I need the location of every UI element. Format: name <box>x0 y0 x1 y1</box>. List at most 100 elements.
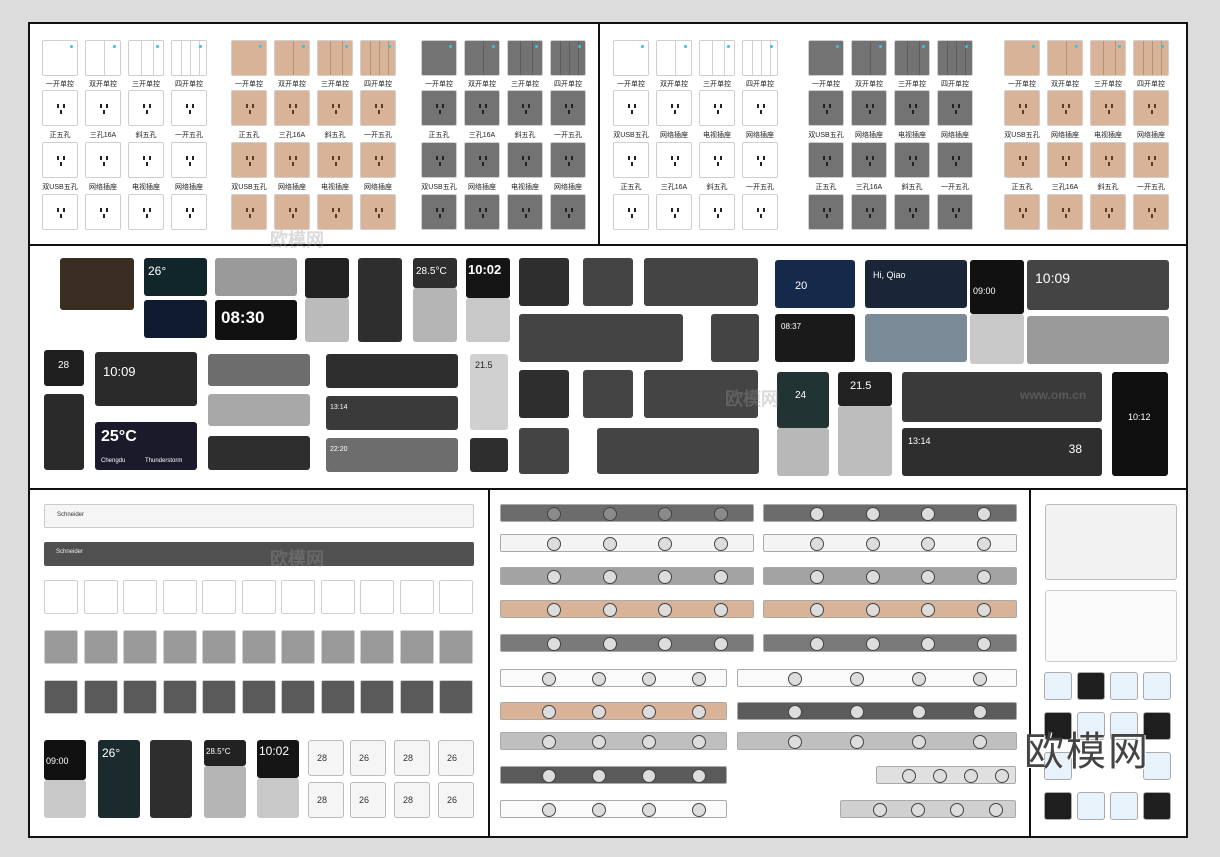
panel-tile <box>317 90 353 126</box>
distribution-box <box>1045 504 1177 580</box>
socket-icon <box>755 208 767 218</box>
panel-tile <box>42 90 78 126</box>
screen-flower: 26° <box>144 258 207 296</box>
track-socket-adapter <box>641 735 656 749</box>
screen-0837: 08:37 <box>775 314 855 362</box>
panel-tile <box>421 40 457 76</box>
panel-label: 网络插座 <box>1137 132 1165 139</box>
thermostat-value: 26 <box>447 795 458 805</box>
screen-285-base <box>413 288 457 342</box>
panel-tile <box>851 142 887 178</box>
panel-tile <box>1133 90 1169 126</box>
track-socket-adapter <box>865 637 880 651</box>
panel-tile <box>1047 40 1083 76</box>
track-socket-adapter <box>809 537 824 551</box>
screen-24-round: 24 <box>777 372 829 428</box>
socket-icon <box>520 156 532 166</box>
thermostat: 28 <box>308 782 344 818</box>
panel-tile <box>894 90 930 126</box>
panel-label: 电视插座 <box>132 184 160 191</box>
panel-label: 一开五孔 <box>1137 184 1165 191</box>
bottom-panel-tile <box>241 580 276 614</box>
track-socket-adapter <box>911 672 926 686</box>
track-socket-adapter <box>977 507 992 521</box>
clock-1314-small: 13:14 <box>330 404 348 411</box>
socket-icon <box>55 104 67 114</box>
panel-tile <box>85 194 121 230</box>
mini-control <box>1143 792 1171 820</box>
track-socket-adapter <box>788 672 803 686</box>
track-socket-adapter <box>865 537 880 551</box>
panel-label: 一开五孔 <box>746 184 774 191</box>
mini-control <box>1077 672 1105 700</box>
bottom-panel-tile <box>281 630 315 664</box>
bottom-screen-0900: 09:00 <box>44 740 86 780</box>
panel-label: 网络插座 <box>1051 132 1079 139</box>
socket-icon <box>669 156 681 166</box>
screen-cloudy: 20 <box>775 260 855 308</box>
panel-label: 三开单控 <box>1094 81 1122 88</box>
track-rail <box>737 669 1017 687</box>
socket-icon <box>55 156 67 166</box>
track-dark: Schneider <box>44 542 474 566</box>
track-socket-adapter <box>872 803 887 817</box>
track-socket-adapter <box>865 507 880 521</box>
panel-label: 电视插座 <box>898 132 926 139</box>
socket-icon <box>1103 156 1115 166</box>
strip-screen-2 <box>208 394 310 426</box>
url-watermark: www.om.cn <box>1020 388 1087 402</box>
track-rail <box>500 702 727 720</box>
track-socket-adapter <box>602 570 617 584</box>
track-socket-adapter <box>865 570 880 584</box>
panel-label: 三开单控 <box>511 81 539 88</box>
socket-icon <box>626 208 638 218</box>
panel-tile <box>128 142 164 178</box>
panel-tile <box>699 142 735 178</box>
track-rail <box>763 600 1017 618</box>
track-socket-adapter <box>850 735 864 749</box>
greeting-label: Hi, Qiao <box>873 270 906 280</box>
panel-tile <box>171 90 207 126</box>
panel-tile <box>1004 40 1040 76</box>
clock-1009-b-label: 10:09 <box>1035 270 1071 286</box>
socket-icon <box>477 156 489 166</box>
panel-tile <box>421 194 457 230</box>
screen-round-dial <box>215 258 297 296</box>
track-socket-adapter <box>850 705 864 719</box>
panel-label: 网络插座 <box>941 132 969 139</box>
track-socket-adapter <box>809 507 824 521</box>
socket-icon <box>1103 104 1115 114</box>
panel-label: 四开单控 <box>1137 81 1165 88</box>
socket-icon <box>373 104 385 114</box>
panel-label: 正五孔 <box>238 132 260 139</box>
panel-tile <box>507 194 543 230</box>
num-215-label-a: 21.5 <box>475 360 493 370</box>
panel-tile <box>360 90 396 126</box>
panel-label: 双开单控 <box>468 81 496 88</box>
thermostat-value: 28 <box>403 795 414 805</box>
track-socket-adapter <box>691 769 706 783</box>
socket-icon <box>1146 104 1158 114</box>
track-rail <box>500 600 754 618</box>
switch-block-i <box>519 428 569 474</box>
mini-control <box>1044 672 1072 700</box>
track-rail <box>500 669 727 687</box>
socket-icon <box>141 208 153 218</box>
screen-qiao-2 <box>865 314 967 362</box>
bottom-panel-tile <box>202 680 236 714</box>
panel-tile <box>231 194 267 230</box>
track-socket-adapter <box>714 507 729 521</box>
panel-tile <box>274 40 310 76</box>
bottom-panel-tile <box>83 580 118 614</box>
socket-icon <box>55 208 67 218</box>
panel-label: 三开单控 <box>898 81 926 88</box>
socket-icon <box>244 104 256 114</box>
track-socket-adapter <box>591 769 606 783</box>
screen-weather: 25°C Chengdu Thunderstorm <box>95 422 197 470</box>
panel-label: 一开五孔 <box>554 132 582 139</box>
track-socket-adapter <box>911 735 926 749</box>
strip-screen-4 <box>326 354 458 388</box>
track-socket-adapter <box>541 803 556 817</box>
socket-icon <box>563 156 575 166</box>
panel-tile <box>464 142 500 178</box>
